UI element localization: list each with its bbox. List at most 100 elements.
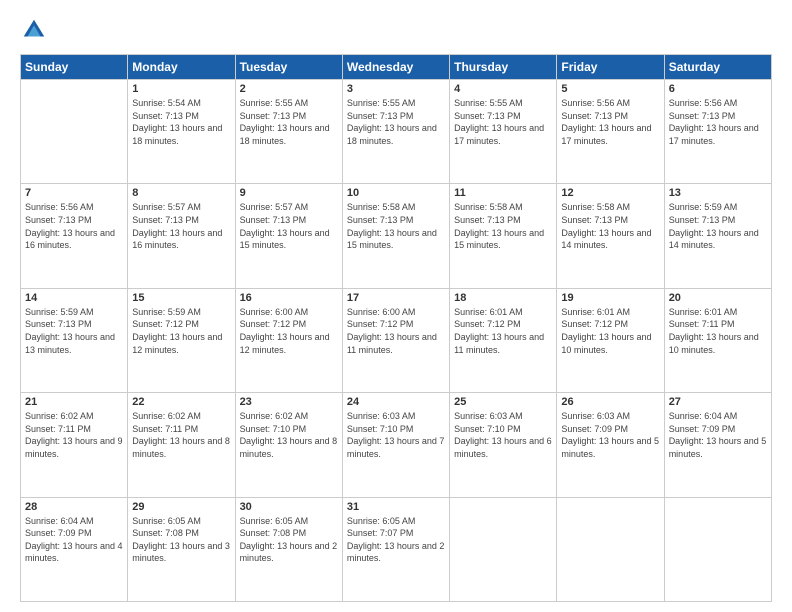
day-info: Sunrise: 5:56 AM Sunset: 7:13 PM Dayligh… [669, 97, 767, 147]
day-info: Sunrise: 6:03 AM Sunset: 7:10 PM Dayligh… [347, 410, 445, 460]
day-number: 18 [454, 292, 552, 304]
day-info: Sunrise: 5:59 AM Sunset: 7:12 PM Dayligh… [132, 306, 230, 356]
day-info: Sunrise: 5:54 AM Sunset: 7:13 PM Dayligh… [132, 97, 230, 147]
logo [20, 16, 52, 44]
calendar-cell: 24 Sunrise: 6:03 AM Sunset: 7:10 PM Dayli… [342, 393, 449, 497]
day-info: Sunrise: 6:01 AM Sunset: 7:11 PM Dayligh… [669, 306, 767, 356]
day-info: Sunrise: 5:58 AM Sunset: 7:13 PM Dayligh… [561, 201, 659, 251]
weekday-header-monday: Monday [128, 55, 235, 80]
day-number: 19 [561, 292, 659, 304]
calendar-cell: 3 Sunrise: 5:55 AM Sunset: 7:13 PM Daylig… [342, 80, 449, 184]
calendar-table: SundayMondayTuesdayWednesdayThursdayFrid… [20, 54, 772, 602]
day-number: 3 [347, 83, 445, 95]
day-number: 22 [132, 396, 230, 408]
calendar-cell [664, 497, 771, 601]
calendar-cell: 22Sunrise: 6:02 AM Sunset: 7:11 PM Dayli… [128, 393, 235, 497]
day-number: 10 [347, 187, 445, 199]
day-number: 9 [240, 187, 338, 199]
calendar-cell: 2 Sunrise: 5:55 AM Sunset: 7:13 PM Daylig… [235, 80, 342, 184]
header [20, 16, 772, 44]
day-number: 2 [240, 83, 338, 95]
calendar-cell: 27Sunrise: 6:04 AM Sunset: 7:09 PM Dayli… [664, 393, 771, 497]
weekday-header-wednesday: Wednesday [342, 55, 449, 80]
calendar-week-1: 1 Sunrise: 5:54 AM Sunset: 7:13 PM Daylig… [21, 80, 772, 184]
calendar-cell: 5 Sunrise: 5:56 AM Sunset: 7:13 PM Daylig… [557, 80, 664, 184]
day-info: Sunrise: 6:00 AM Sunset: 7:12 PM Dayligh… [347, 306, 445, 356]
day-info: Sunrise: 6:04 AM Sunset: 7:09 PM Dayligh… [25, 515, 123, 565]
day-number: 5 [561, 83, 659, 95]
day-info: Sunrise: 5:58 AM Sunset: 7:13 PM Dayligh… [347, 201, 445, 251]
day-number: 17 [347, 292, 445, 304]
day-number: 23 [240, 396, 338, 408]
day-info: Sunrise: 6:05 AM Sunset: 7:07 PM Dayligh… [347, 515, 445, 565]
day-info: Sunrise: 6:00 AM Sunset: 7:12 PM Dayligh… [240, 306, 338, 356]
weekday-header-thursday: Thursday [450, 55, 557, 80]
calendar-cell: 26Sunrise: 6:03 AM Sunset: 7:09 PM Dayli… [557, 393, 664, 497]
calendar-cell: 10 Sunrise: 5:58 AM Sunset: 7:13 PM Dayli… [342, 184, 449, 288]
day-number: 4 [454, 83, 552, 95]
calendar-cell: 14 Sunrise: 5:59 AM Sunset: 7:13 PM Dayli… [21, 288, 128, 392]
weekday-header-row: SundayMondayTuesdayWednesdayThursdayFrid… [21, 55, 772, 80]
calendar-cell: 25Sunrise: 6:03 AM Sunset: 7:10 PM Dayli… [450, 393, 557, 497]
day-info: Sunrise: 6:02 AM Sunset: 7:11 PM Dayligh… [25, 410, 123, 460]
day-info: Sunrise: 6:03 AM Sunset: 7:09 PM Dayligh… [561, 410, 659, 460]
day-number: 14 [25, 292, 123, 304]
day-number: 31 [347, 501, 445, 513]
day-info: Sunrise: 5:55 AM Sunset: 7:13 PM Dayligh… [454, 97, 552, 147]
calendar-cell: 18 Sunrise: 6:01 AM Sunset: 7:12 PM Dayli… [450, 288, 557, 392]
day-number: 13 [669, 187, 767, 199]
calendar-cell [21, 80, 128, 184]
day-info: Sunrise: 5:55 AM Sunset: 7:13 PM Dayligh… [347, 97, 445, 147]
day-info: Sunrise: 5:56 AM Sunset: 7:13 PM Dayligh… [561, 97, 659, 147]
day-number: 12 [561, 187, 659, 199]
day-number: 7 [25, 187, 123, 199]
day-info: Sunrise: 6:03 AM Sunset: 7:10 PM Dayligh… [454, 410, 552, 460]
calendar-cell: 20 Sunrise: 6:01 AM Sunset: 7:11 PM Dayli… [664, 288, 771, 392]
logo-icon [20, 16, 48, 44]
calendar-cell: 21 Sunrise: 6:02 AM Sunset: 7:11 PM Dayli… [21, 393, 128, 497]
calendar-cell [557, 497, 664, 601]
day-info: Sunrise: 6:01 AM Sunset: 7:12 PM Dayligh… [454, 306, 552, 356]
weekday-header-friday: Friday [557, 55, 664, 80]
day-number: 28 [25, 501, 123, 513]
calendar-cell: 9Sunrise: 5:57 AM Sunset: 7:13 PM Daylig… [235, 184, 342, 288]
calendar-cell: 30Sunrise: 6:05 AM Sunset: 7:08 PM Dayli… [235, 497, 342, 601]
page: SundayMondayTuesdayWednesdayThursdayFrid… [0, 0, 792, 612]
calendar-cell: 8Sunrise: 5:57 AM Sunset: 7:13 PM Daylig… [128, 184, 235, 288]
day-info: Sunrise: 6:02 AM Sunset: 7:10 PM Dayligh… [240, 410, 338, 460]
day-info: Sunrise: 5:56 AM Sunset: 7:13 PM Dayligh… [25, 201, 123, 251]
day-number: 20 [669, 292, 767, 304]
day-info: Sunrise: 6:05 AM Sunset: 7:08 PM Dayligh… [132, 515, 230, 565]
calendar-cell: 28 Sunrise: 6:04 AM Sunset: 7:09 PM Dayli… [21, 497, 128, 601]
day-info: Sunrise: 5:59 AM Sunset: 7:13 PM Dayligh… [25, 306, 123, 356]
calendar-week-3: 14 Sunrise: 5:59 AM Sunset: 7:13 PM Dayli… [21, 288, 772, 392]
day-number: 29 [132, 501, 230, 513]
day-number: 16 [240, 292, 338, 304]
day-info: Sunrise: 5:59 AM Sunset: 7:13 PM Dayligh… [669, 201, 767, 251]
day-info: Sunrise: 5:55 AM Sunset: 7:13 PM Dayligh… [240, 97, 338, 147]
calendar-cell: 12 Sunrise: 5:58 AM Sunset: 7:13 PM Dayli… [557, 184, 664, 288]
calendar-cell: 15Sunrise: 5:59 AM Sunset: 7:12 PM Dayli… [128, 288, 235, 392]
day-number: 21 [25, 396, 123, 408]
day-number: 24 [347, 396, 445, 408]
calendar-cell: 1 Sunrise: 5:54 AM Sunset: 7:13 PM Daylig… [128, 80, 235, 184]
day-number: 30 [240, 501, 338, 513]
weekday-header-tuesday: Tuesday [235, 55, 342, 80]
calendar-week-5: 28 Sunrise: 6:04 AM Sunset: 7:09 PM Dayli… [21, 497, 772, 601]
calendar-cell [450, 497, 557, 601]
calendar-week-2: 7 Sunrise: 5:56 AM Sunset: 7:13 PM Daylig… [21, 184, 772, 288]
calendar-week-4: 21 Sunrise: 6:02 AM Sunset: 7:11 PM Dayli… [21, 393, 772, 497]
day-number: 6 [669, 83, 767, 95]
weekday-header-sunday: Sunday [21, 55, 128, 80]
calendar-cell: 13 Sunrise: 5:59 AM Sunset: 7:13 PM Dayli… [664, 184, 771, 288]
calendar-cell: 11Sunrise: 5:58 AM Sunset: 7:13 PM Dayli… [450, 184, 557, 288]
calendar-cell: 17 Sunrise: 6:00 AM Sunset: 7:12 PM Dayli… [342, 288, 449, 392]
day-info: Sunrise: 5:58 AM Sunset: 7:13 PM Dayligh… [454, 201, 552, 251]
calendar-cell: 29 Sunrise: 6:05 AM Sunset: 7:08 PM Dayli… [128, 497, 235, 601]
calendar-cell: 16 Sunrise: 6:00 AM Sunset: 7:12 PM Dayli… [235, 288, 342, 392]
day-number: 1 [132, 83, 230, 95]
calendar-cell: 7 Sunrise: 5:56 AM Sunset: 7:13 PM Daylig… [21, 184, 128, 288]
day-info: Sunrise: 6:04 AM Sunset: 7:09 PM Dayligh… [669, 410, 767, 460]
calendar-cell: 19Sunrise: 6:01 AM Sunset: 7:12 PM Dayli… [557, 288, 664, 392]
weekday-header-saturday: Saturday [664, 55, 771, 80]
